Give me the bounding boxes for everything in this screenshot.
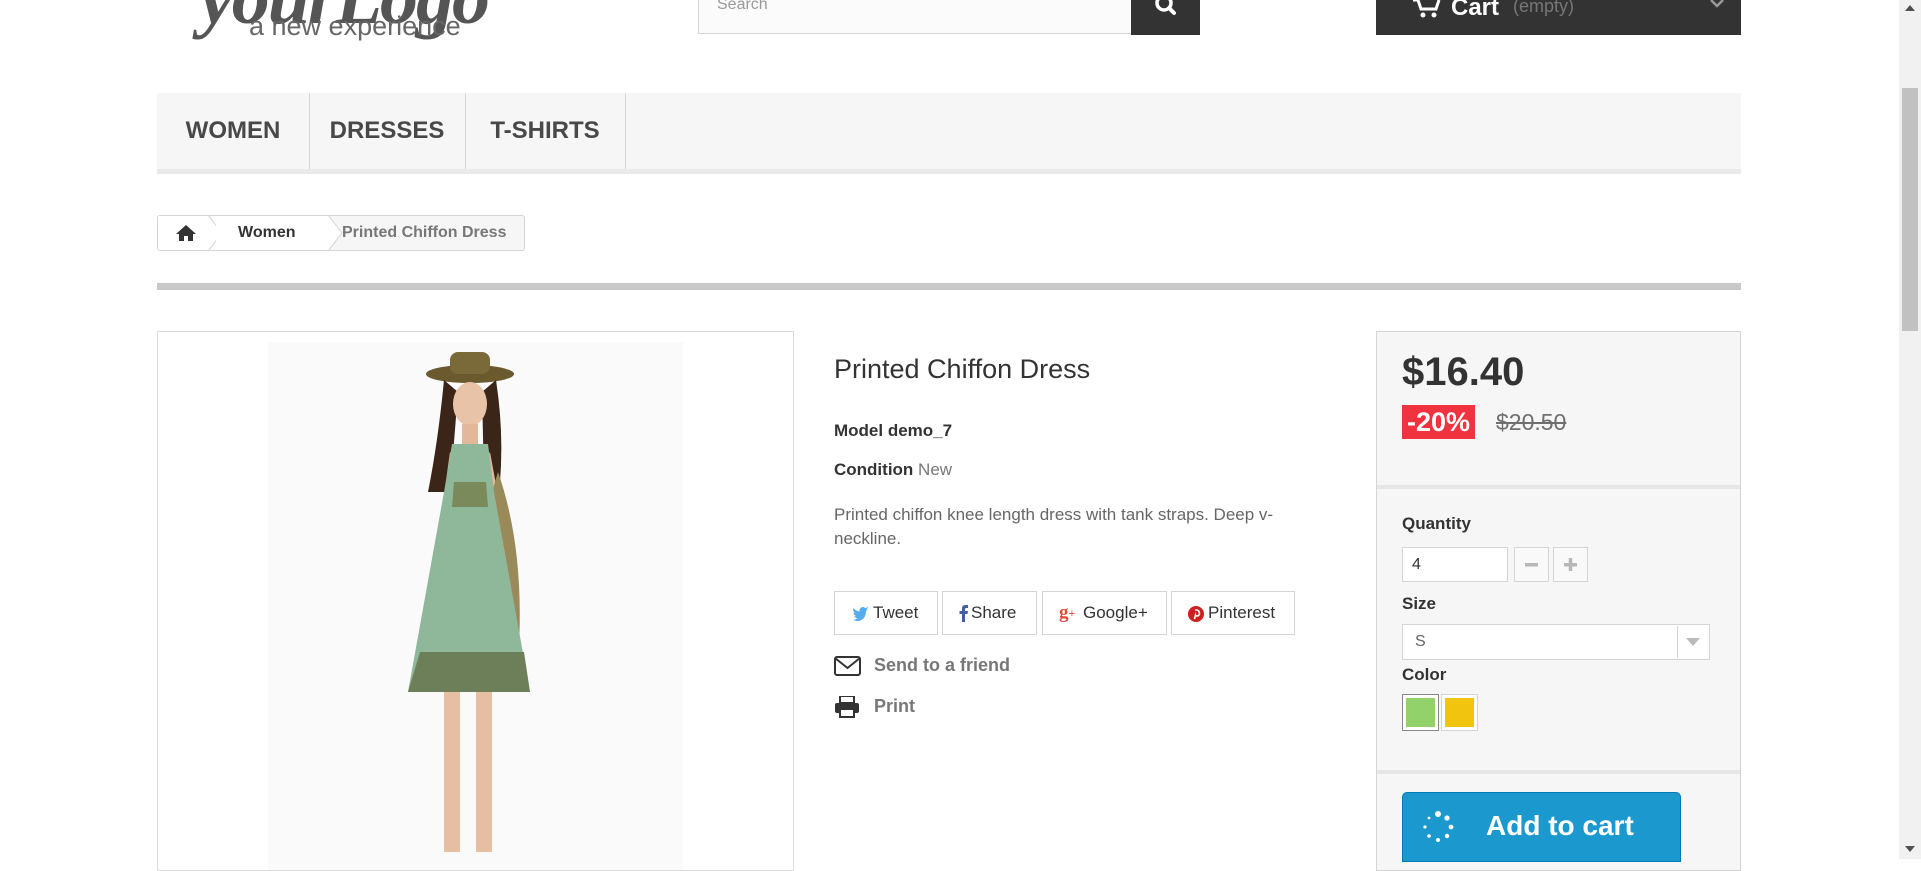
facebook-icon — [959, 605, 968, 622]
breadcrumb-home[interactable] — [158, 215, 223, 251]
product-price: $16.40 — [1402, 350, 1525, 394]
scroll-down-arrow-icon[interactable] — [1905, 846, 1915, 852]
breadcrumb: Women Printed Chiffon Dress — [157, 215, 525, 251]
share-label: Share — [971, 603, 1017, 622]
twitter-icon — [853, 607, 869, 621]
product-model: Model demo_7 — [834, 421, 952, 441]
logo[interactable]: yourLogo a new experience — [200, 0, 610, 50]
pinterest-button[interactable]: Pinterest — [1171, 591, 1295, 635]
minus-icon — [1525, 563, 1538, 567]
loading-spinner-icon — [1423, 811, 1454, 842]
tweet-label: Tweet — [873, 603, 919, 622]
discount-badge: -20% — [1402, 405, 1476, 439]
chevron-down-icon — [1710, 0, 1724, 8]
condition-label: Condition — [834, 460, 914, 479]
print-label: Print — [874, 696, 916, 716]
print-link[interactable]: Print — [834, 696, 916, 718]
tweet-button[interactable]: Tweet — [834, 591, 938, 635]
quantity-decrease-button[interactable] — [1514, 547, 1549, 582]
plus-icon — [1564, 558, 1577, 571]
dress-model-photo — [268, 342, 683, 870]
product-title: Printed Chiffon Dress — [834, 354, 1091, 384]
cart-label: Cart — [1451, 0, 1500, 21]
divider — [157, 283, 1741, 290]
googleplus-button[interactable]: g+ Google+ — [1042, 591, 1167, 635]
color-swatch-yellow[interactable] — [1441, 694, 1478, 731]
color-swatch-green[interactable] — [1402, 694, 1439, 731]
old-price: $20.50 — [1496, 409, 1567, 435]
home-icon — [176, 225, 196, 241]
add-to-cart-button[interactable]: Add to cart — [1402, 792, 1681, 862]
quantity-input[interactable] — [1402, 547, 1508, 582]
chevron-down-icon — [1686, 638, 1700, 646]
color-swatch-fill — [1406, 698, 1435, 727]
model-label: Model — [834, 421, 884, 440]
main-menu: WOMEN DRESSES T-SHIRTS — [157, 93, 1741, 174]
buy-box-separator — [1377, 770, 1740, 774]
logo-tagline: a new experience — [249, 11, 461, 41]
send-to-friend-link[interactable]: Send to a friend — [834, 655, 1010, 676]
product-condition: Condition New — [834, 460, 952, 480]
buy-box-separator — [1377, 485, 1740, 489]
cart-status: (empty) — [1513, 0, 1575, 16]
scrollbar-thumb[interactable] — [1902, 88, 1918, 331]
send-to-friend-label: Send to a friend — [874, 655, 1011, 675]
menu-item-women[interactable]: WOMEN — [157, 93, 310, 169]
googleplus-label: Google+ — [1083, 603, 1148, 622]
breadcrumb-women[interactable]: Women — [216, 216, 330, 250]
search-box — [698, 0, 1132, 34]
add-to-cart-label: Add to cart — [1486, 810, 1634, 841]
menu-item-tshirts[interactable]: T-SHIRTS — [465, 93, 626, 169]
color-label: Color — [1402, 665, 1447, 684]
googleplus-icon: g+ — [1059, 602, 1076, 623]
breadcrumb-current: Printed Chiffon Dress — [342, 224, 507, 241]
quantity-label: Quantity — [1402, 514, 1471, 533]
size-label: Size — [1402, 594, 1437, 613]
size-dropdown-arrow — [1677, 626, 1708, 658]
envelope-icon — [834, 656, 861, 676]
color-swatch-fill — [1445, 698, 1474, 727]
size-selected-value: S — [1415, 633, 1426, 650]
scroll-up-arrow-icon[interactable] — [1905, 5, 1915, 11]
vertical-scrollbar[interactable] — [1899, 0, 1921, 859]
search-button[interactable] — [1131, 0, 1200, 35]
condition-value: New — [918, 460, 953, 479]
facebook-share-button[interactable]: Share — [942, 591, 1037, 635]
product-image[interactable] — [157, 331, 794, 871]
search-icon — [1155, 0, 1176, 15]
quantity-increase-button[interactable] — [1553, 547, 1588, 582]
search-input[interactable] — [717, 0, 1117, 16]
print-icon — [835, 696, 859, 718]
menu-item-dresses[interactable]: DRESSES — [309, 93, 466, 169]
model-value: demo_7 — [887, 421, 953, 440]
pinterest-icon — [1188, 606, 1204, 622]
pinterest-label: Pinterest — [1208, 603, 1276, 622]
product-description: Printed chiffon knee length dress with t… — [834, 505, 1274, 548]
size-select[interactable]: S — [1402, 624, 1710, 660]
cart-icon — [1413, 0, 1441, 18]
cart-button[interactable]: Cart (empty) — [1376, 0, 1741, 35]
